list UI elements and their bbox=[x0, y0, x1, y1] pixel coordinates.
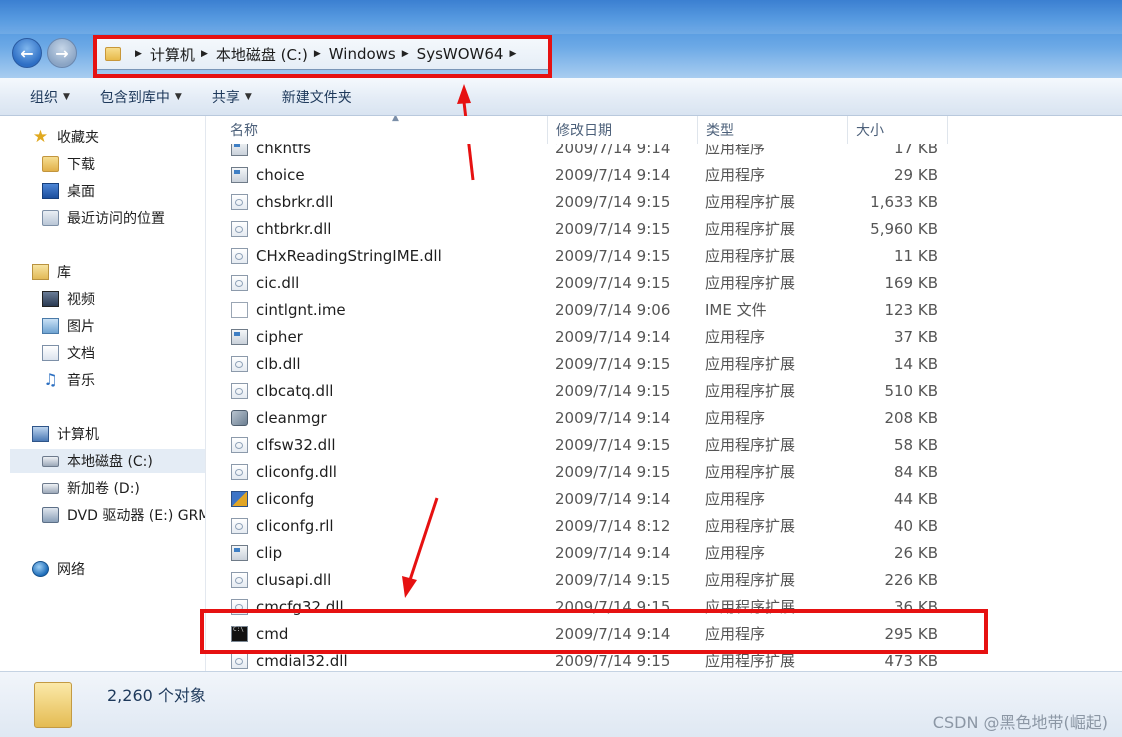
column-header-type[interactable]: 类型 bbox=[698, 116, 848, 144]
folder-icon bbox=[34, 682, 72, 728]
column-header-date[interactable]: 修改日期 bbox=[548, 116, 698, 144]
column-header-label: 类型 bbox=[706, 123, 734, 139]
arrowhead-down-icon bbox=[402, 576, 417, 598]
column-header-label: 大小 bbox=[856, 123, 884, 139]
status-bar: 2,260 个对象 CSDN @黑色地带(崛起) bbox=[0, 671, 1122, 737]
column-header-label: 名称 bbox=[230, 123, 258, 139]
arrowhead-up-icon bbox=[457, 84, 471, 104]
object-count: 2,260 个对象 bbox=[107, 686, 206, 705]
column-header-size[interactable]: 大小 bbox=[848, 116, 948, 144]
watermark: CSDN @黑色地带(崛起) bbox=[932, 713, 1108, 732]
annotation-arrows bbox=[402, 84, 475, 598]
column-header-name[interactable]: 名称 ▲ bbox=[222, 116, 548, 144]
column-header-row: 名称 ▲ 修改日期 类型 大小 bbox=[206, 116, 1122, 144]
sort-ascending-icon: ▲ bbox=[392, 116, 399, 123]
column-header-label: 修改日期 bbox=[556, 123, 612, 139]
arrow-to-cmd-icon bbox=[408, 497, 439, 581]
